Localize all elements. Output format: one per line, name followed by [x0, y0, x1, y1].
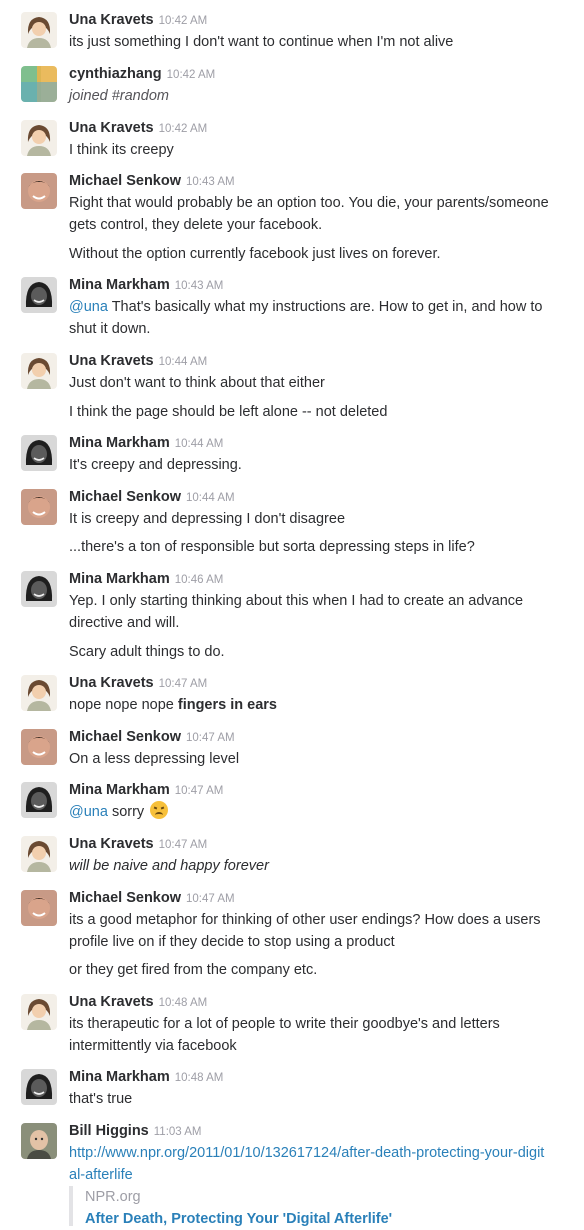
timestamp[interactable]: 10:48 AM: [175, 1072, 224, 1084]
una-avatar[interactable]: [21, 994, 57, 1030]
message-text: will be naive and happy forever: [69, 858, 269, 874]
mina-avatar[interactable]: [21, 277, 57, 313]
message-text: nope nope nope fingers in ears: [69, 694, 549, 716]
username[interactable]: Mina Markham: [69, 782, 170, 798]
username[interactable]: Mina Markham: [69, 277, 170, 293]
message-text: On a less depressing level: [69, 751, 240, 767]
message-text: its a good metaphor for thinking of othe…: [69, 912, 541, 950]
message-text: I think the page should be left alone --…: [69, 404, 388, 420]
michael-avatar[interactable]: [21, 173, 57, 209]
michael-avatar[interactable]: [21, 890, 57, 926]
message-text: @una That's basically what my instructio…: [69, 296, 549, 340]
username[interactable]: Bill Higgins: [69, 1123, 149, 1139]
timestamp[interactable]: 10:44 AM: [175, 438, 224, 450]
link-attachment: NPR.org After Death, Protecting Your 'Di…: [69, 1186, 545, 1227]
message-text: that's true: [69, 1091, 133, 1107]
username[interactable]: Una Kravets: [69, 994, 154, 1010]
username[interactable]: Una Kravets: [69, 353, 154, 369]
username[interactable]: cynthiazhang: [69, 66, 162, 82]
message-text: It is creepy and depressing I don't disa…: [69, 511, 346, 527]
disappointed-emoji-icon: [150, 801, 169, 819]
mina-avatar[interactable]: [21, 1069, 57, 1105]
mina-avatar[interactable]: [21, 571, 57, 607]
bill-avatar[interactable]: [21, 1123, 57, 1159]
timestamp[interactable]: 11:03 AM: [154, 1126, 202, 1138]
una-avatar[interactable]: [21, 353, 57, 389]
username[interactable]: Una Kravets: [69, 120, 154, 136]
message-text: ...there's a ton of responsible but sort…: [69, 539, 475, 555]
username[interactable]: Mina Markham: [69, 571, 170, 587]
attachment-title[interactable]: After Death, Protecting Your 'Digital Af…: [85, 1208, 545, 1230]
message-text: Right that would probably be an option t…: [69, 195, 549, 233]
username[interactable]: Una Kravets: [69, 836, 154, 852]
username[interactable]: Una Kravets: [69, 12, 154, 28]
timestamp[interactable]: 10:42 AM: [167, 69, 216, 81]
mina-avatar[interactable]: [21, 435, 57, 471]
message-text: It's creepy and depressing.: [69, 457, 242, 473]
timestamp[interactable]: 10:43 AM: [186, 176, 235, 188]
una-avatar[interactable]: [21, 836, 57, 872]
michael-avatar[interactable]: [21, 489, 57, 525]
message-link[interactable]: http://www.npr.org/2011/01/10/132617124/…: [69, 1142, 549, 1186]
username[interactable]: Michael Senkow: [69, 729, 181, 745]
una-avatar[interactable]: [21, 675, 57, 711]
timestamp[interactable]: 10:47 AM: [186, 732, 235, 744]
username[interactable]: Michael Senkow: [69, 489, 181, 505]
timestamp[interactable]: 10:43 AM: [175, 280, 224, 292]
message-text: its just something I don't want to conti…: [69, 34, 454, 50]
message-text: Just don't want to think about that eith…: [69, 375, 325, 391]
timestamp[interactable]: 10:46 AM: [175, 574, 224, 586]
timestamp[interactable]: 10:44 AM: [186, 492, 235, 504]
user-mention[interactable]: @una: [69, 299, 108, 315]
message-text: or they get fired from the company etc.: [69, 962, 318, 978]
message-text: @una sorry: [69, 801, 549, 823]
timestamp[interactable]: 10:47 AM: [186, 893, 235, 905]
michael-avatar[interactable]: [21, 729, 57, 765]
username[interactable]: Mina Markham: [69, 435, 170, 451]
message-text: Scary adult things to do.: [69, 644, 225, 660]
message-text-body: nope nope nope: [69, 697, 174, 713]
timestamp[interactable]: 10:47 AM: [175, 785, 224, 797]
username[interactable]: Una Kravets: [69, 675, 154, 691]
message-text: joined #random: [69, 88, 169, 104]
timestamp[interactable]: 10:48 AM: [159, 997, 208, 1009]
timestamp[interactable]: 10:44 AM: [159, 356, 208, 368]
cynthia-avatar[interactable]: [21, 66, 57, 102]
username[interactable]: Michael Senkow: [69, 173, 181, 189]
mina-avatar[interactable]: [21, 782, 57, 818]
message-text-body: sorry: [111, 804, 145, 820]
timestamp[interactable]: 10:47 AM: [159, 678, 208, 690]
user-mention[interactable]: @una: [69, 804, 108, 820]
message-text: Yep. I only starting thinking about this…: [69, 593, 524, 631]
bold-text: fingers in ears: [177, 697, 277, 713]
timestamp[interactable]: 10:47 AM: [159, 839, 208, 851]
username[interactable]: Michael Senkow: [69, 890, 181, 906]
username[interactable]: Mina Markham: [69, 1069, 170, 1085]
message-text-body: That's basically what my instructions ar…: [69, 299, 543, 337]
message-text: I think its creepy: [69, 142, 174, 158]
message-text: Without the option currently facebook ju…: [69, 246, 441, 262]
una-avatar[interactable]: [21, 12, 57, 48]
timestamp[interactable]: 10:42 AM: [159, 123, 208, 135]
una-avatar[interactable]: [21, 120, 57, 156]
message-text: its therapeutic for a lot of people to w…: [69, 1016, 500, 1054]
attachment-source: NPR.org: [85, 1189, 141, 1205]
message-feed: Una Kravets 10:42 AM its just something I…: [0, 0, 584, 1227]
timestamp[interactable]: 10:42 AM: [159, 15, 208, 27]
